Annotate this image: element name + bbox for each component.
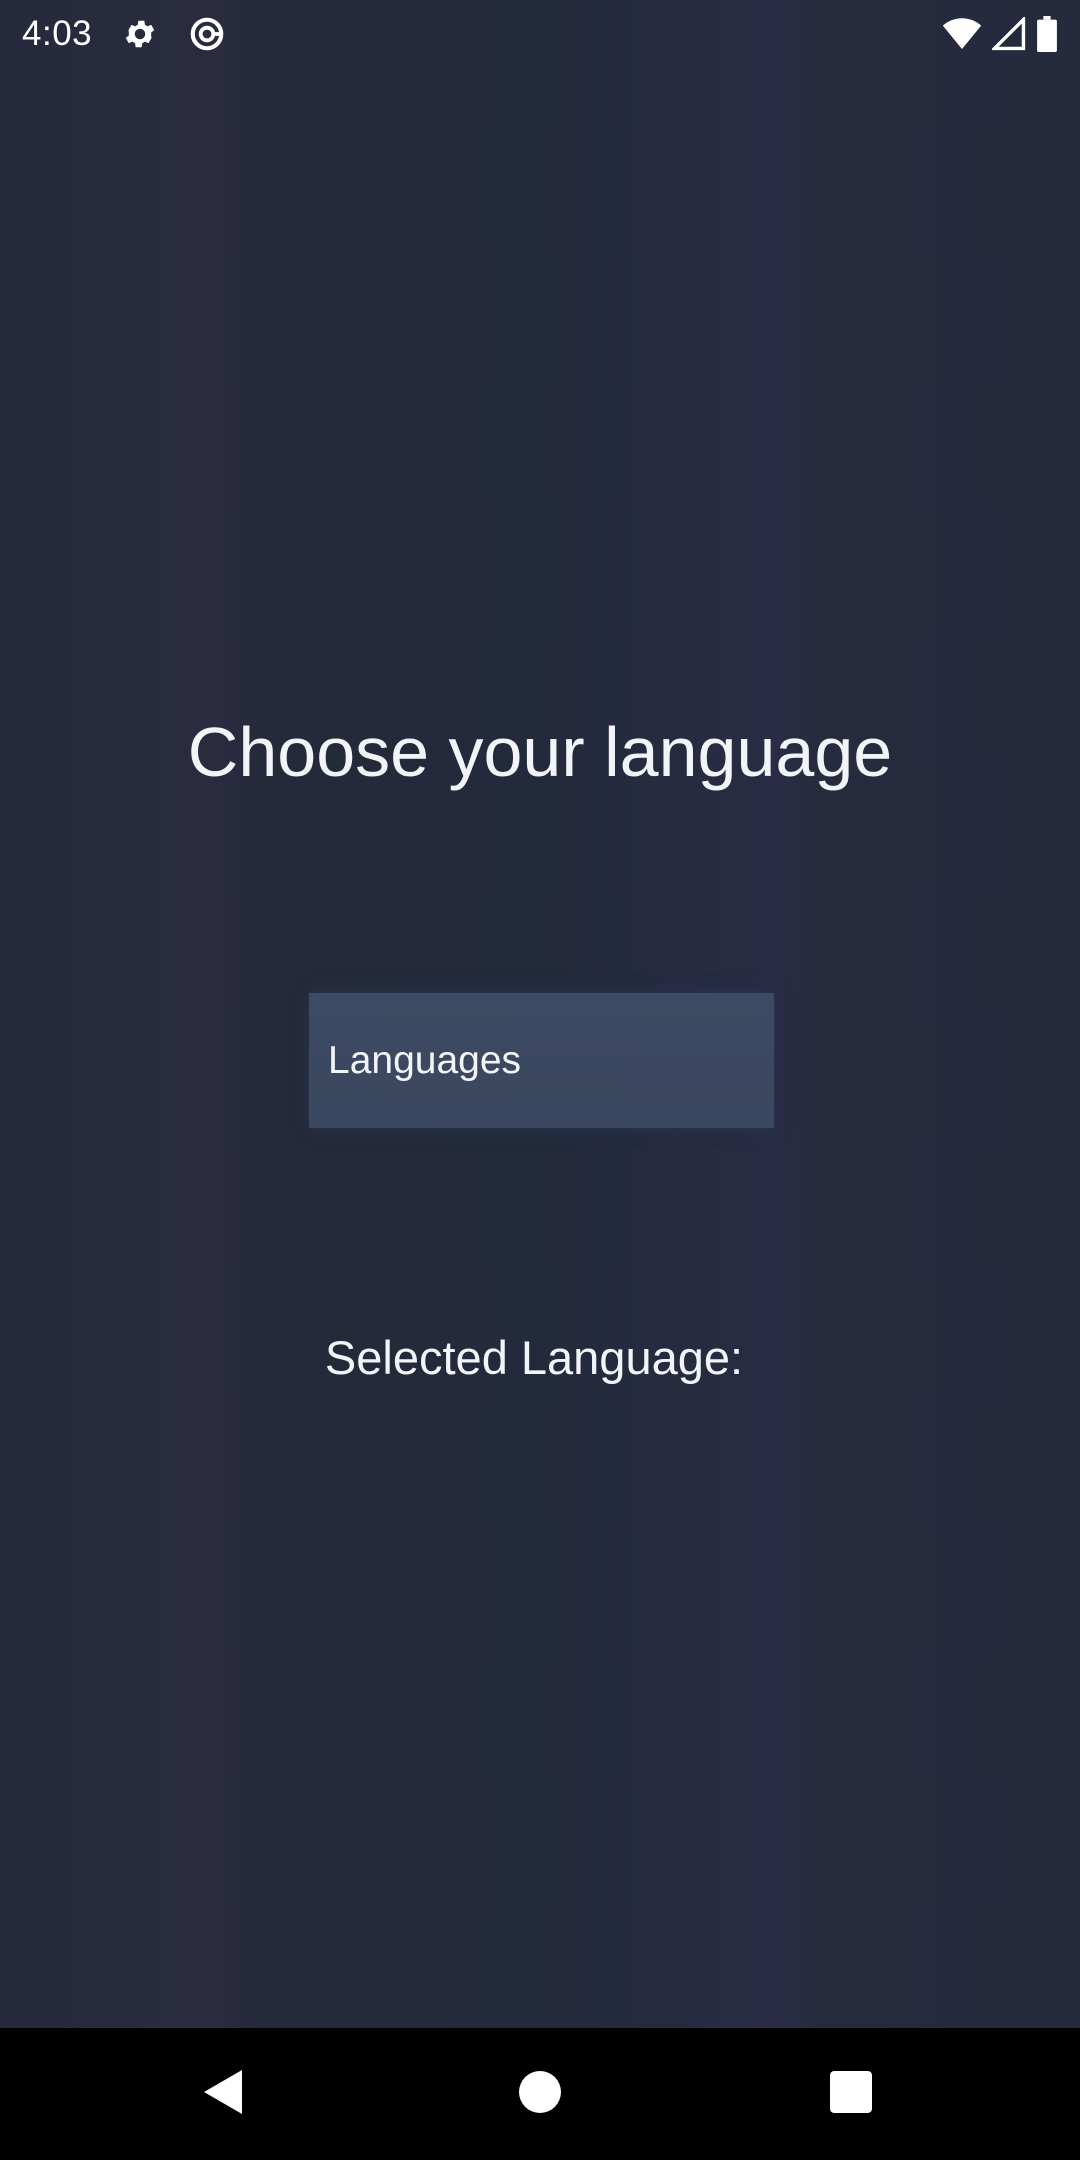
languages-button[interactable]: Languages [309,993,774,1128]
back-button[interactable] [158,2028,290,2160]
wifi-icon [942,17,982,51]
back-icon [202,2068,246,2121]
navigation-bar [0,2028,1080,2160]
gear-icon [122,16,158,52]
recents-button[interactable] [785,2028,917,2160]
data-saver-icon [188,15,226,53]
home-icon [519,2070,561,2118]
status-bar-left: 4:03 [22,14,226,54]
languages-button-label: Languages [328,1038,522,1082]
recents-icon [830,2070,872,2118]
selected-language-label: Selected Language: [324,1331,744,1384]
home-button[interactable] [474,2028,606,2160]
app-screen: 4:03 Choose your language Languages Sele… [0,0,1080,2160]
status-time: 4:03 [22,14,93,53]
status-bar: 4:03 [0,0,1080,68]
page-title: Choose your language [187,713,893,791]
status-bar-right [942,16,1058,52]
signal-icon [992,17,1026,51]
battery-icon [1036,16,1058,52]
selected-language: Selected Language: [0,1330,1080,1385]
